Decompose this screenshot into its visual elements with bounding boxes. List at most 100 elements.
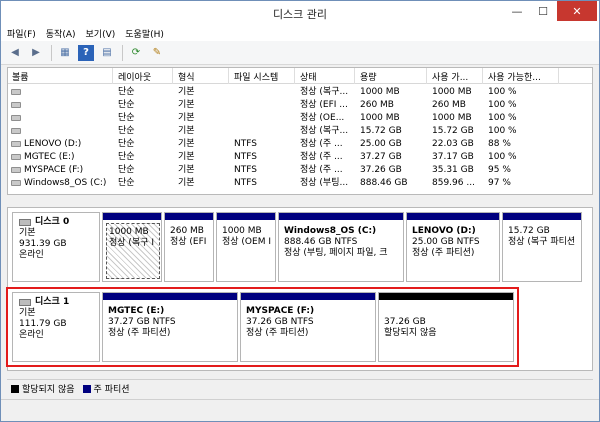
column-header-type[interactable]: 형식 xyxy=(178,70,228,83)
partition-size: 888.46 GB NTFS xyxy=(284,237,358,247)
volume-cell-type: 기본 xyxy=(178,139,195,149)
legend-swatch-primary xyxy=(82,384,91,393)
partition-disk0-recovery[interactable]: 15.72 GB 정상 (복구 파티션 xyxy=(502,212,582,282)
menu-help[interactable]: 도움말(H) xyxy=(125,27,164,40)
partition-size: 1000 MB xyxy=(222,226,262,236)
volume-cell-type: 기본 xyxy=(178,165,195,175)
refresh-icon[interactable]: ⟳ xyxy=(128,45,144,61)
volume-cell-status: 정상 (주 ... xyxy=(300,165,343,175)
title-bar: 디스크 관리 — ☐ ✕ xyxy=(1,1,599,25)
volume-cell-pct: 100 % xyxy=(488,152,517,162)
volume-row[interactable]: 단순 기본 정상 (복구... 15.72 GB 15.72 GB 100 % xyxy=(8,125,592,137)
column-header-capacity[interactable]: 용량 xyxy=(360,70,426,83)
legend: 할당되지 않음 주 파티션 xyxy=(7,379,593,397)
volume-cell-type: 기본 xyxy=(178,113,195,123)
volume-row[interactable]: Windows8_OS (C:) 단순 기본 NTFS 정상 (부팅... 888.46 … xyxy=(8,177,592,189)
partition-body: 1000 MB 정상 (OEM I xyxy=(220,223,274,279)
volume-cell-type: 기본 xyxy=(178,178,195,188)
volume-cell-type: 기본 xyxy=(178,126,195,136)
disk-icon xyxy=(19,219,31,226)
legend-label-primary: 주 파티션 xyxy=(93,385,130,395)
volume-cell-free: 260 MB xyxy=(432,100,466,110)
volume-cell-free: 37.17 GB xyxy=(432,152,474,162)
volume-list-header: 볼륨 레이아웃 형식 파일 시스템 상태 용량 사용 가... 사용 가능한..… xyxy=(8,68,592,84)
partition-desc: 정상 (OEM I xyxy=(222,237,271,247)
volume-list: 볼륨 레이아웃 형식 파일 시스템 상태 용량 사용 가... 사용 가능한..… xyxy=(7,67,593,195)
volume-cell-capacity: 37.27 GB xyxy=(360,152,402,162)
column-separator xyxy=(354,68,355,84)
disk-1-highlight-box xyxy=(6,287,519,367)
partition-name: Windows8_OS (C:) xyxy=(284,226,377,236)
back-arrow-icon[interactable]: ◀ xyxy=(7,45,23,61)
partition-bar xyxy=(165,213,213,220)
volume-cell-layout: 단순 xyxy=(118,165,135,175)
column-separator xyxy=(426,68,427,84)
partition-bar xyxy=(103,213,161,220)
volume-cell-status: 정상 (주 ... xyxy=(300,152,343,162)
volume-cell-capacity: 15.72 GB xyxy=(360,126,402,136)
partition-disk0-1[interactable]: 1000 MB 정상 (복구 I xyxy=(102,212,162,282)
pane-splitter[interactable] xyxy=(7,196,593,206)
column-header-free[interactable]: 사용 가... xyxy=(432,70,482,83)
column-separator xyxy=(558,68,559,84)
partition-disk0-2[interactable]: 260 MB 정상 (EFI xyxy=(164,212,214,282)
volume-row[interactable]: 단순 기본 정상 (OE... 1000 MB 1000 MB 100 % xyxy=(8,112,592,124)
partition-bar xyxy=(407,213,499,220)
volume-row[interactable]: LENOVO (D:) 단순 기본 NTFS 정상 (주 ... 25.00 GB 22.0… xyxy=(8,138,592,150)
drive-icon xyxy=(11,89,21,95)
partition-disk0-c[interactable]: Windows8_OS (C:) 888.46 GB NTFS 정상 (부팅, … xyxy=(278,212,404,282)
column-header-layout[interactable]: 레이아웃 xyxy=(118,70,172,83)
rescan-icon[interactable]: ✎ xyxy=(149,45,165,61)
console-tree-icon[interactable]: ▤ xyxy=(99,45,115,61)
disk-0-label[interactable]: 디스크 0 기본 931.39 GB 온라인 xyxy=(12,212,100,282)
volume-row[interactable]: 단순 기본 정상 (복구... 1000 MB 1000 MB 100 % xyxy=(8,86,592,98)
forward-arrow-icon[interactable]: ▶ xyxy=(28,45,44,61)
close-button[interactable]: ✕ xyxy=(557,1,597,21)
toolbar-separator xyxy=(51,44,52,61)
partition-disk0-3[interactable]: 1000 MB 정상 (OEM I xyxy=(216,212,276,282)
menu-file[interactable]: 파일(F) xyxy=(7,27,36,40)
partition-body: 1000 MB 정상 (복구 I xyxy=(106,223,160,279)
menu-view[interactable]: 보기(V) xyxy=(86,27,116,40)
volume-cell-type: 기본 xyxy=(178,100,195,110)
drive-icon xyxy=(11,102,21,108)
volume-cell-layout: 단순 xyxy=(118,113,135,123)
volume-cell-free: 35.31 GB xyxy=(432,165,474,175)
volume-cell-free: 859.96 ... xyxy=(432,178,475,188)
volume-cell-fs: NTFS xyxy=(234,178,257,188)
partition-disk0-d[interactable]: LENOVO (D:) 25.00 GB NTFS 정상 (주 파티션) xyxy=(406,212,500,282)
column-header-percent-free[interactable]: 사용 가능한... xyxy=(488,70,558,83)
volume-cell-pct: 100 % xyxy=(488,100,517,110)
column-header-status[interactable]: 상태 xyxy=(300,70,354,83)
maximize-button[interactable]: ☐ xyxy=(531,1,555,21)
column-header-filesystem[interactable]: 파일 시스템 xyxy=(234,70,294,83)
partition-desc: 정상 (주 파티션) xyxy=(412,248,475,258)
column-separator xyxy=(482,68,483,84)
volume-cell-pct: 100 % xyxy=(488,113,517,123)
partition-bar xyxy=(217,213,275,220)
volume-cell-capacity: 260 MB xyxy=(360,100,394,110)
partition-bar xyxy=(279,213,403,220)
volume-cell-layout: 단순 xyxy=(118,152,135,162)
drive-icon xyxy=(11,128,21,134)
help-icon[interactable]: ? xyxy=(78,44,94,61)
partition-desc: 정상 (부팅, 페이지 파일, 크 xyxy=(284,248,388,258)
volume-row[interactable]: MYSPACE (F:) 단순 기본 NTFS 정상 (주 ... 37.26 GB 35.… xyxy=(8,164,592,176)
volume-cell-fs: NTFS xyxy=(234,152,257,162)
column-separator xyxy=(112,68,113,84)
volume-cell-volume: LENOVO (D:) xyxy=(24,139,82,149)
menu-action[interactable]: 동작(A) xyxy=(46,27,76,40)
volume-cell-layout: 단순 xyxy=(118,139,135,149)
partition-desc: 정상 (복구 I xyxy=(109,238,155,248)
minimize-button[interactable]: — xyxy=(505,1,529,21)
properties-icon[interactable]: ▦ xyxy=(57,45,73,61)
column-header-volume[interactable]: 볼륨 xyxy=(12,70,108,83)
volume-cell-status: 정상 (복구... xyxy=(300,126,349,136)
volume-cell-pct: 100 % xyxy=(488,126,517,136)
volume-row[interactable]: MGTEC (E:) 단순 기본 NTFS 정상 (주 ... 37.27 GB 37.17… xyxy=(8,151,592,163)
volume-row[interactable]: 단순 기본 정상 (EFI ... 260 MB 260 MB 100 % xyxy=(8,99,592,111)
column-separator xyxy=(228,68,229,84)
partition-bar xyxy=(503,213,581,220)
volume-cell-pct: 95 % xyxy=(488,165,511,175)
partition-body: 260 MB 정상 (EFI xyxy=(168,223,212,279)
